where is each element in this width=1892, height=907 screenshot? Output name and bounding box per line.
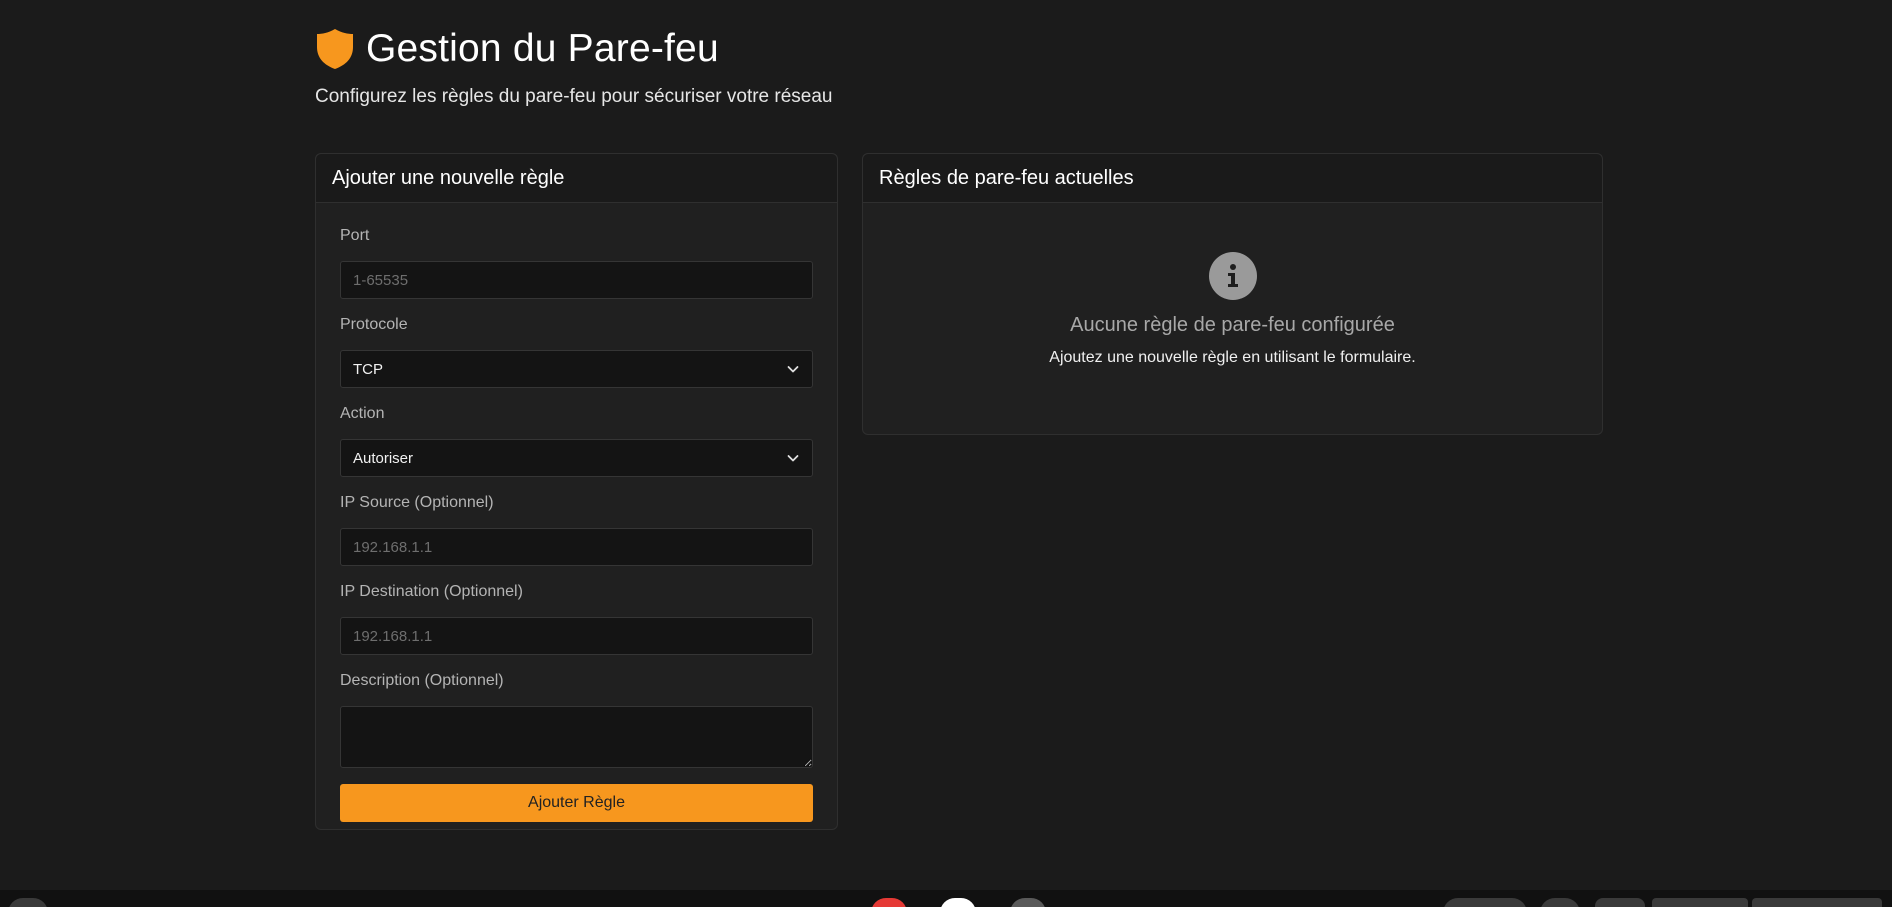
description-textarea[interactable] [340,706,813,768]
protocol-field-group: Protocole TCP [340,316,813,388]
port-input[interactable] [340,261,813,299]
description-label: Description (Optionnel) [340,672,504,689]
empty-state-title: Aucune règle de pare-feu configurée [1070,314,1395,336]
action-label: Action [340,405,385,422]
empty-state: Aucune règle de pare-feu configurée Ajou… [863,203,1602,367]
taskbar-item[interactable] [1752,898,1882,907]
chevron-down-icon [786,362,800,376]
source-ip-label: IP Source (Optionnel) [340,494,494,511]
taskbar-item[interactable] [1595,898,1645,907]
taskbar-item[interactable] [940,898,976,907]
description-field-group: Description (Optionnel) [340,672,813,773]
current-rules-card-title: Règles de pare-feu actuelles [863,154,1602,203]
info-icon [1208,252,1257,300]
add-rule-button[interactable]: Ajouter Règle [340,784,813,822]
port-field-group: Port [340,227,813,299]
page-title: Gestion du Pare-feu [366,27,719,70]
action-select[interactable]: Autoriser [340,439,813,477]
taskbar [0,890,1892,907]
protocol-select[interactable]: TCP [340,350,813,388]
taskbar-item[interactable] [1652,898,1748,907]
empty-state-text: Ajoutez une nouvelle règle en utilisant … [1049,349,1416,366]
action-field-group: Action Autoriser [340,405,813,477]
add-rule-card: Ajouter une nouvelle règle Port Protocol… [315,153,838,830]
source-ip-field-group: IP Source (Optionnel) [340,494,813,566]
destination-ip-input[interactable] [340,617,813,655]
taskbar-item[interactable] [1540,898,1580,907]
destination-ip-label: IP Destination (Optionnel) [340,583,523,600]
action-select-value: Autoriser [353,449,414,467]
taskbar-item[interactable] [1443,898,1527,907]
destination-ip-field-group: IP Destination (Optionnel) [340,583,813,655]
current-rules-card: Règles de pare-feu actuelles Aucune règl… [862,153,1603,435]
add-rule-card-title: Ajouter une nouvelle règle [316,154,837,203]
port-label: Port [340,227,370,244]
shield-icon [315,27,355,71]
page-header: Gestion du Pare-feu [315,27,719,71]
taskbar-item[interactable] [871,898,907,907]
source-ip-input[interactable] [340,528,813,566]
add-rule-form: Port Protocole TCP Action Autoriser [316,203,837,822]
protocol-select-value: TCP [353,360,383,378]
protocol-label: Protocole [340,316,408,333]
chevron-down-icon [786,451,800,465]
taskbar-item[interactable] [1010,898,1046,907]
taskbar-item[interactable] [8,898,48,907]
page-subtitle: Configurez les règles du pare-feu pour s… [315,86,833,107]
